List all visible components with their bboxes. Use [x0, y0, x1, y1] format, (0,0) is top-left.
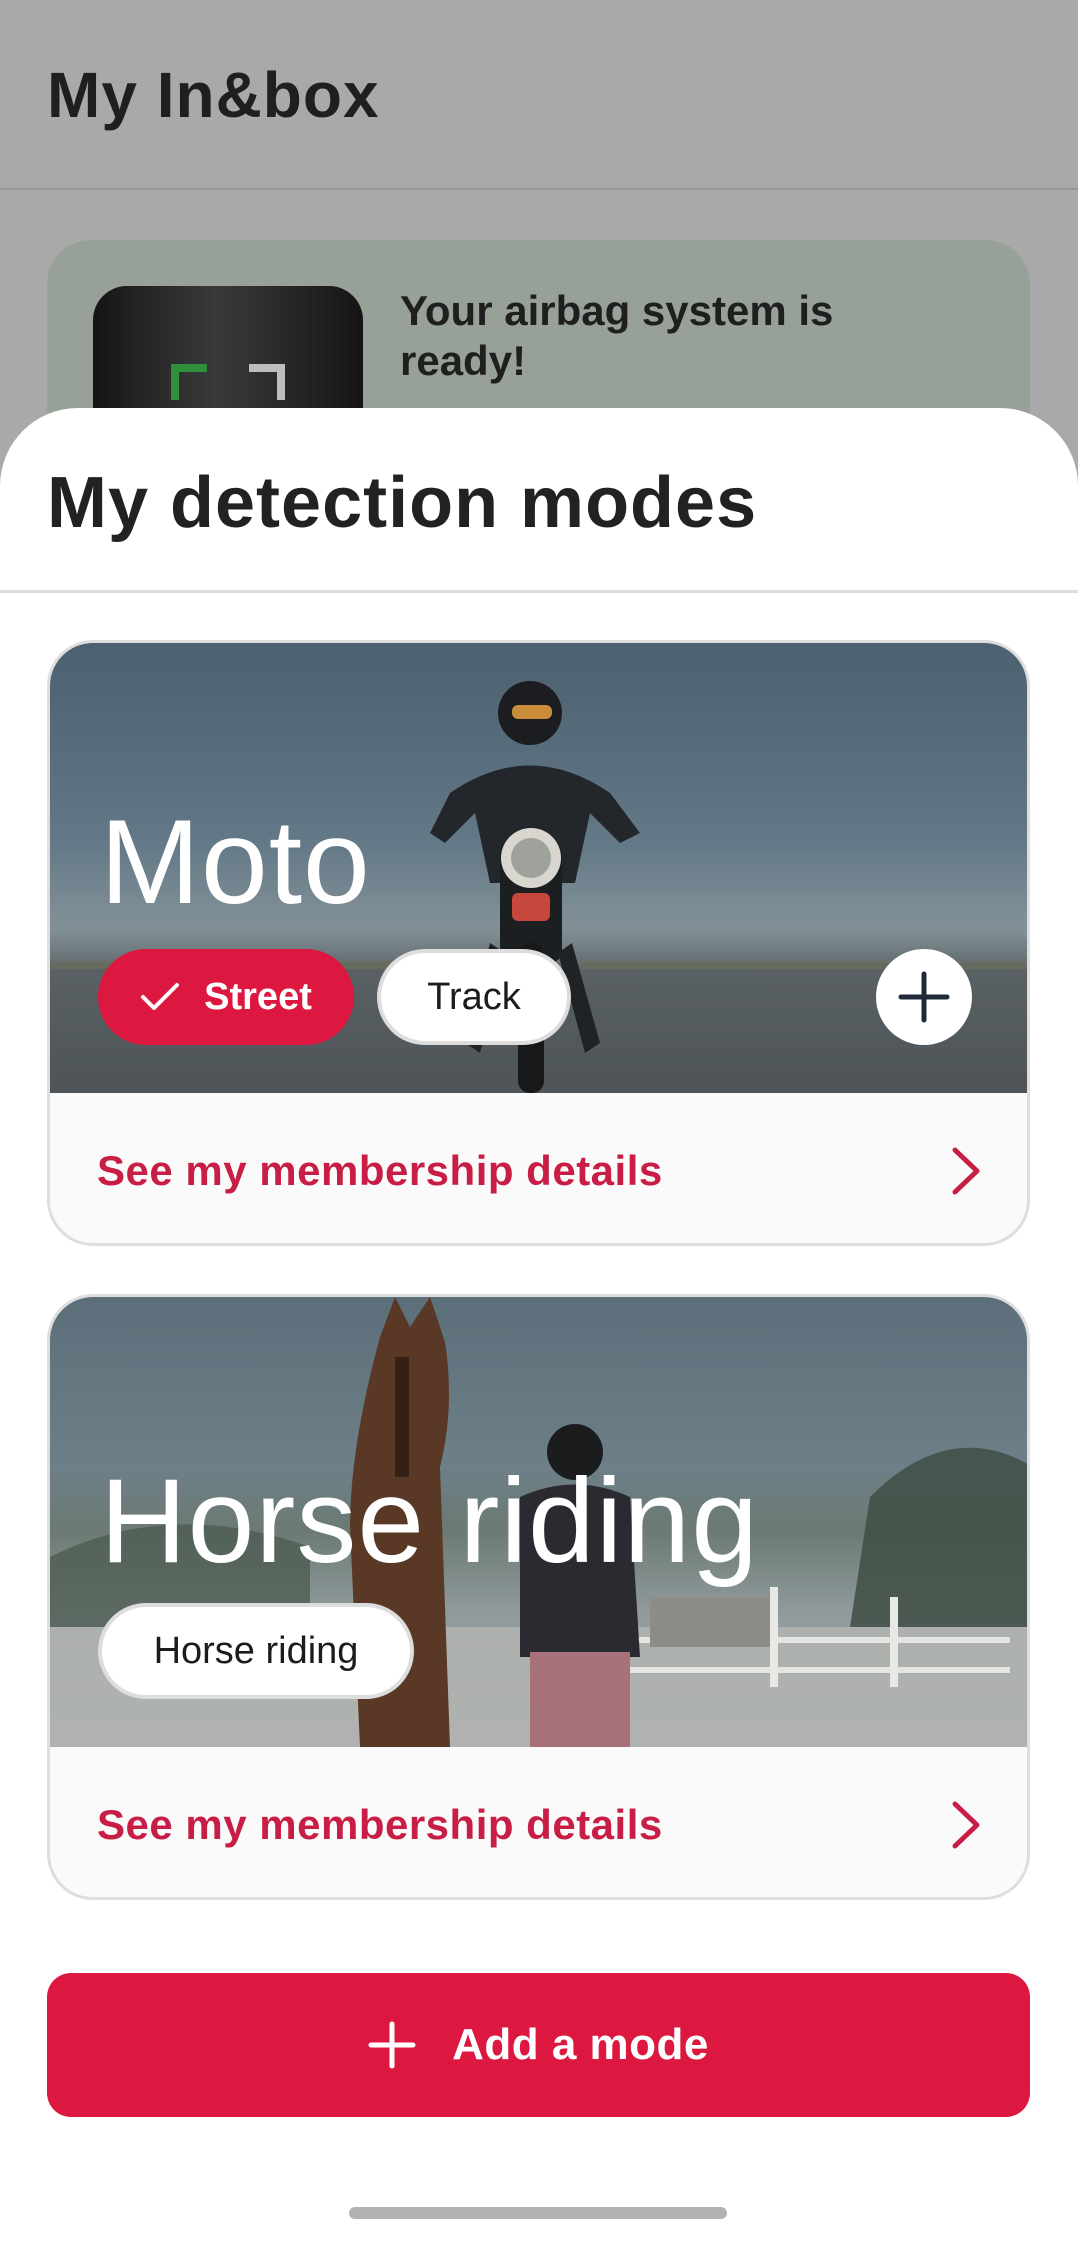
background-header: My In&box — [0, 0, 1078, 190]
mode-card-moto: Moto Street Track See my membership deta… — [47, 640, 1030, 1246]
plus-circle-icon — [897, 970, 951, 1024]
mode-title-horse-riding: Horse riding — [100, 1454, 759, 1588]
chip-label: Track — [427, 975, 521, 1018]
airbag-status-text: Your airbag system is ready! — [400, 287, 834, 384]
chip-track[interactable]: Track — [377, 949, 571, 1045]
add-mode-button[interactable]: Add a mode — [47, 1973, 1030, 2117]
sheet-divider — [0, 590, 1078, 593]
horse-riding-mode-image: Horse riding Horse riding — [50, 1297, 1027, 1747]
sheet-title: My detection modes — [47, 463, 758, 543]
chip-horse-riding[interactable]: Horse riding — [98, 1603, 414, 1699]
home-indicator[interactable] — [349, 2207, 727, 2219]
add-submode-button[interactable] — [876, 949, 972, 1045]
membership-details-label: See my membership details — [97, 1801, 663, 1848]
chip-street[interactable]: Street — [98, 949, 354, 1045]
chip-label: Street — [204, 975, 312, 1018]
mode-card-horse-riding: Horse riding Horse riding See my members… — [47, 1294, 1030, 1900]
mode-title-moto: Moto — [100, 795, 371, 929]
plus-icon — [368, 2021, 416, 2069]
moto-mode-image: Moto Street Track — [50, 643, 1027, 1093]
membership-details-link[interactable]: See my membership details — [50, 1093, 1027, 1243]
detection-modes-sheet: My detection modes Moto Street Track See… — [0, 408, 1078, 2257]
chevron-right-icon — [951, 1146, 981, 1196]
membership-details-label: See my membership details — [97, 1147, 663, 1194]
page-title: My In&box — [47, 59, 380, 131]
chip-label: Horse riding — [153, 1629, 359, 1672]
check-icon — [140, 982, 180, 1012]
membership-details-link[interactable]: See my membership details — [50, 1747, 1027, 1897]
chevron-right-icon — [951, 1800, 981, 1850]
add-mode-label: Add a mode — [452, 2020, 709, 2069]
